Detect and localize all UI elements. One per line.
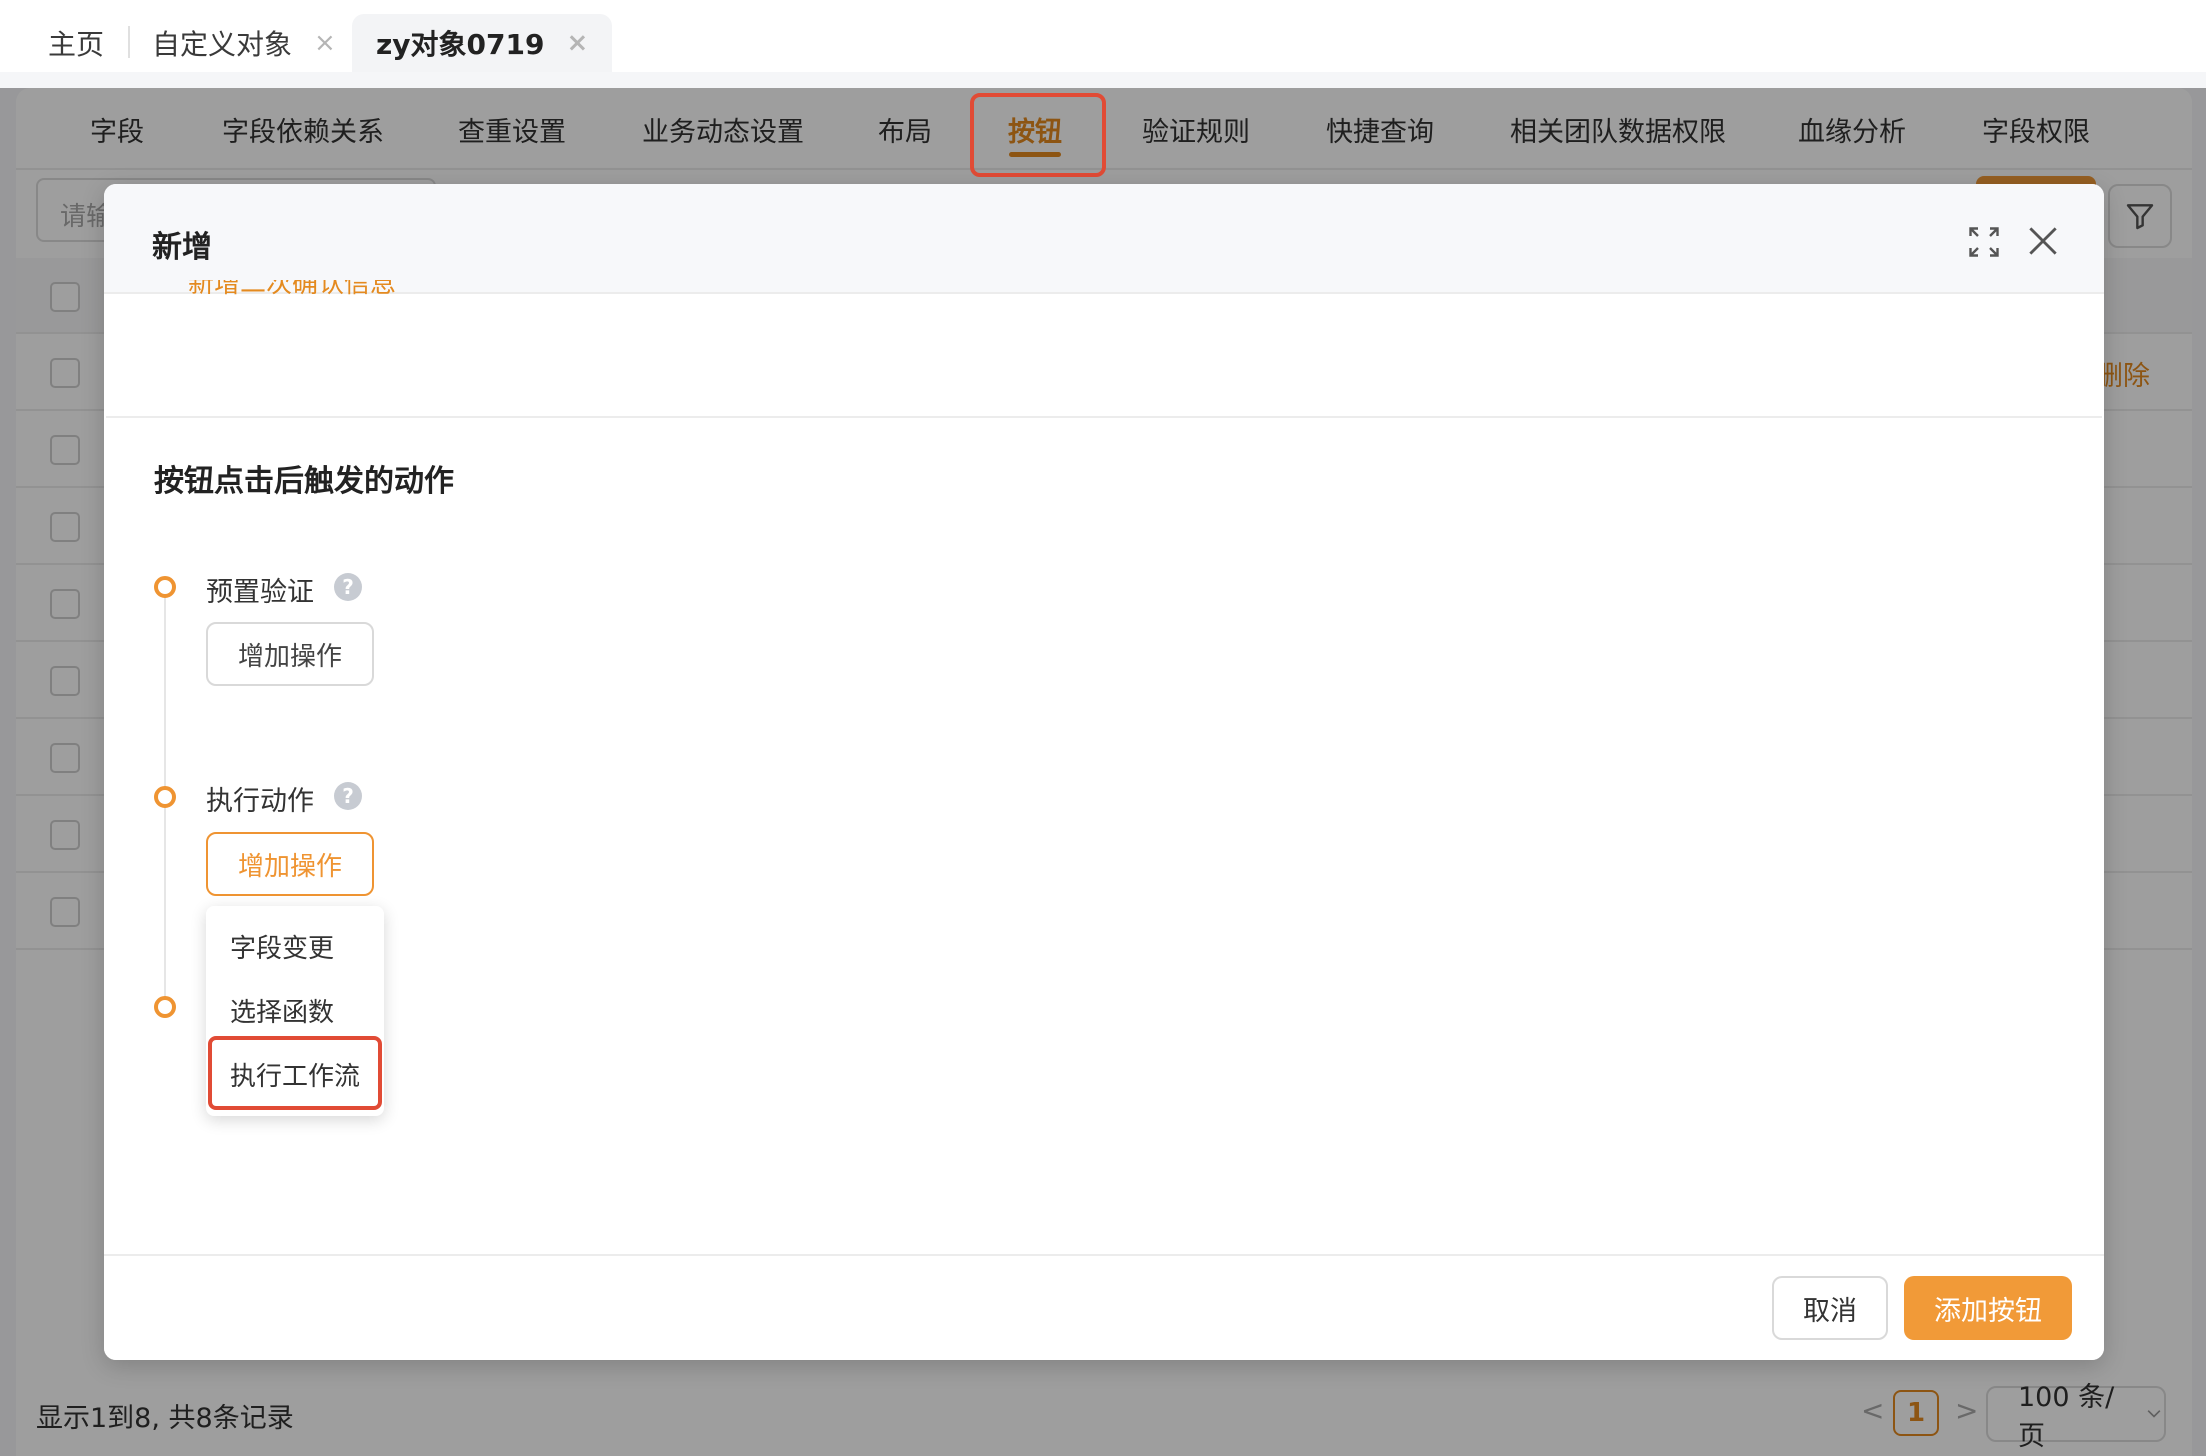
cancel-label: 取消 (1803, 1295, 1857, 1327)
page-tab-custom-objects[interactable]: 自定义对象 × (152, 14, 336, 72)
cancel-button[interactable]: 取消 (1772, 1276, 1888, 1340)
close-icon[interactable]: × (566, 28, 588, 58)
dialog-header: 新增 (104, 184, 2104, 294)
submit-label: 添加按钮 (1934, 1295, 2042, 1327)
timeline-dot (154, 576, 176, 598)
menu-item-field-change[interactable]: 字段变更 (230, 928, 334, 965)
add-operation-label: 增加操作 (237, 641, 342, 672)
dialog-title: 新增 (152, 230, 212, 265)
step-label-execute-action: 执行动作 (206, 786, 314, 817)
add-operation-label: 增加操作 (237, 851, 342, 882)
section-title: 按钮点击后触发的动作 (154, 464, 454, 499)
step-label-prevalidation: 预置验证 (206, 577, 314, 608)
confirm-info-link[interactable]: 新增二次确认信息 (188, 280, 396, 304)
maximize-icon[interactable] (1966, 224, 2002, 260)
page-tab-home[interactable]: 主页 (48, 14, 104, 72)
menu-item-select-function[interactable]: 选择函数 (230, 992, 334, 1029)
add-button-dialog: 新增 新增二次确认信息 按钮点击后触发的动作 预置验证 ? 增加操作 执行动作 … (104, 184, 2104, 1360)
add-operation-button[interactable]: 增加操作 (206, 832, 374, 896)
close-icon[interactable]: × (314, 28, 336, 58)
page-tab-zy-object[interactable]: zy对象0719 × (352, 14, 613, 72)
timeline-dot (154, 996, 176, 1018)
add-operation-button[interactable]: 增加操作 (206, 622, 374, 686)
menu-highlight-box (208, 1036, 382, 1110)
page-tab-label: 主页 (48, 28, 105, 61)
help-icon[interactable]: ? (334, 782, 362, 810)
tab-highlight-box (970, 93, 1106, 177)
close-icon[interactable] (2024, 222, 2062, 260)
page-tab-label: 自定义对象 (152, 28, 293, 61)
confirm-info-section (106, 294, 2102, 418)
help-icon[interactable]: ? (334, 573, 362, 601)
page-tab-bar: 主页 自定义对象 × zy对象0719 × (0, 0, 2206, 72)
add-button-submit[interactable]: 添加按钮 (1904, 1276, 2072, 1340)
page-tab-label: zy对象0719 (376, 28, 545, 61)
tab-divider (128, 26, 130, 58)
timeline-dot (154, 786, 176, 808)
